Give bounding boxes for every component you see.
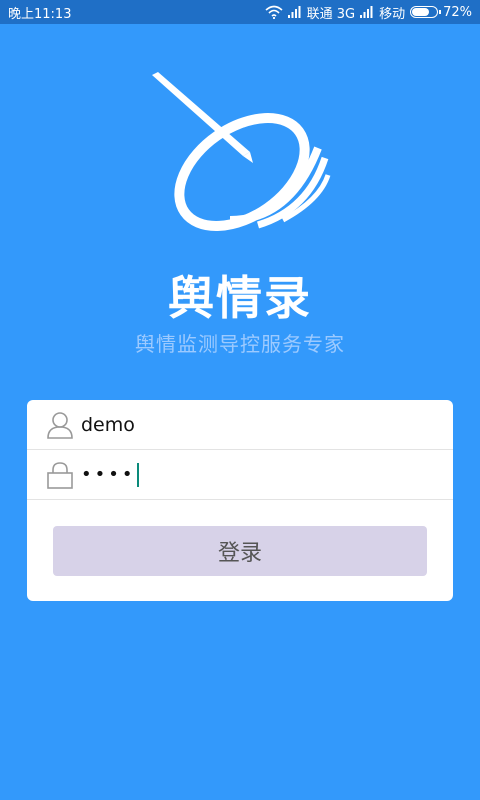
password-input[interactable]: •••• (81, 464, 135, 485)
wifi-icon (265, 5, 283, 19)
signal-icon (360, 6, 374, 18)
user-icon (45, 410, 75, 440)
status-time: 晚上11:13 (8, 6, 72, 22)
battery-percent: 72% (443, 4, 472, 20)
app-logo (140, 60, 340, 240)
password-field[interactable]: •••• (27, 450, 453, 500)
signal-icon (287, 6, 302, 18)
carrier-2: 移动 (379, 6, 406, 22)
app-subtitle: 舆情监测导控服务专家 (135, 332, 345, 356)
battery-icon (410, 6, 442, 18)
username-input[interactable]: demo (81, 414, 135, 436)
login-button[interactable]: 登录 (53, 526, 427, 576)
login-card: demo •••• 登录 (27, 400, 453, 601)
lock-icon (45, 460, 75, 490)
status-bar: 晚上11:13 联通 3G 移动 72% (0, 0, 480, 24)
carrier-1: 联通 3G (306, 6, 356, 22)
app-title: 舆情录 (168, 271, 312, 325)
username-field[interactable]: demo (27, 400, 453, 450)
text-cursor (137, 462, 140, 487)
